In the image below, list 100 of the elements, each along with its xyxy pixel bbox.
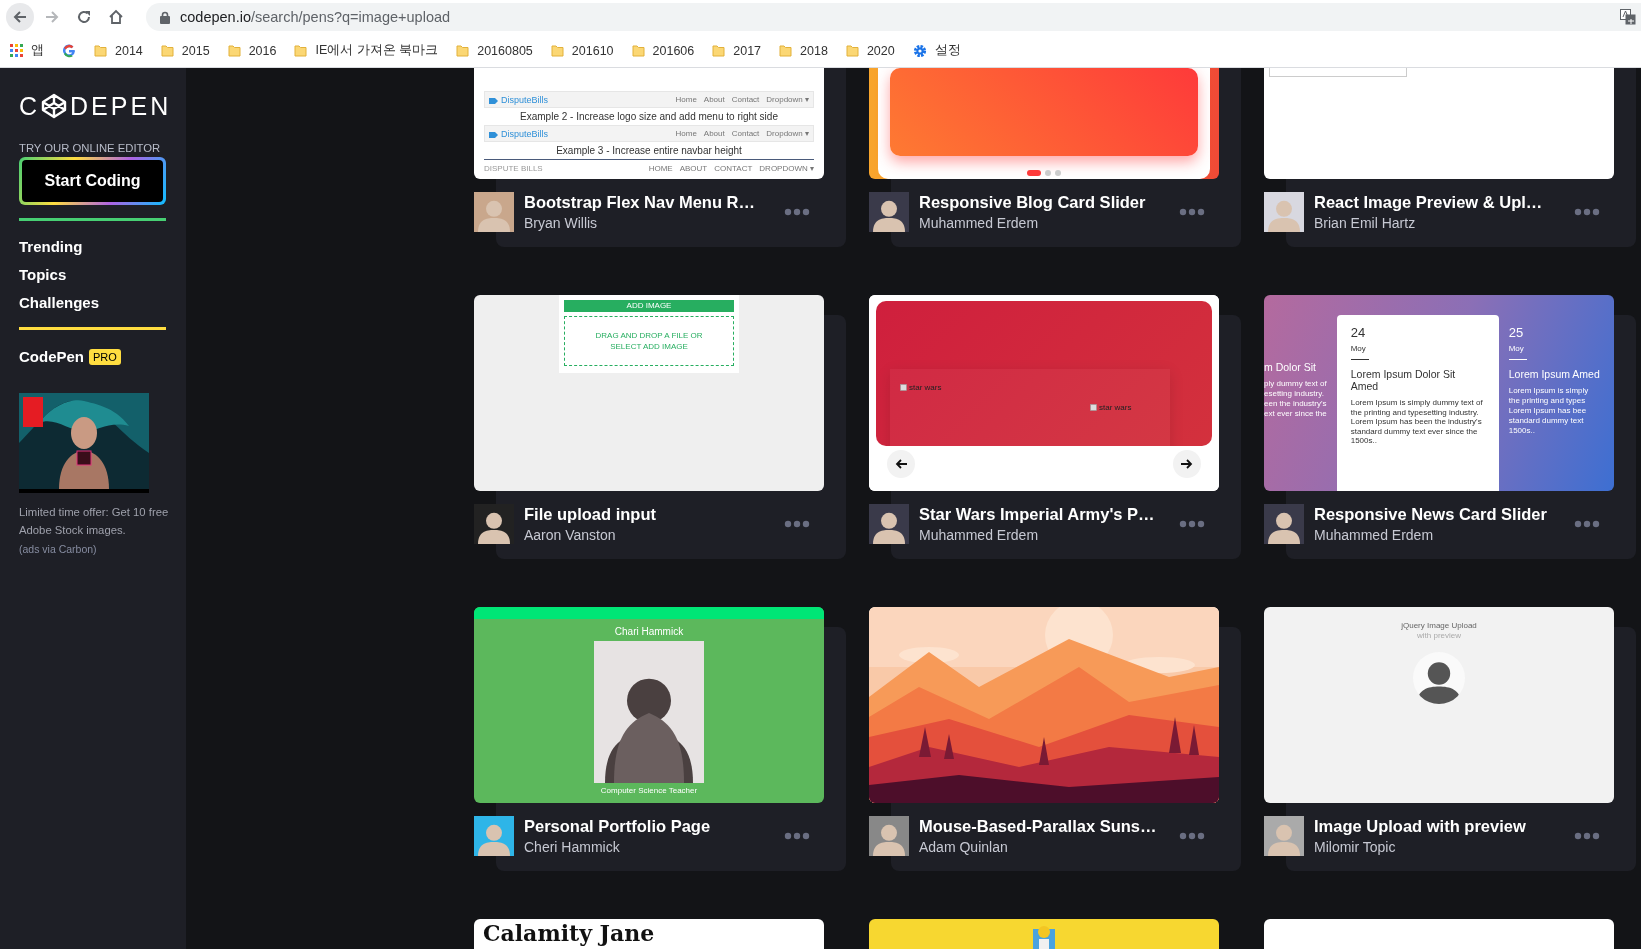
more-options-icon[interactable] xyxy=(1179,208,1205,216)
folder-icon xyxy=(94,44,107,57)
menu-link[interactable]: Home xyxy=(675,129,697,138)
menu-link[interactable]: About xyxy=(703,95,725,104)
pen-title[interactable]: Bootstrap Flex Nav Menu R… xyxy=(524,193,784,212)
logo-text[interactable]: DEPEN xyxy=(70,91,172,121)
more-options-icon[interactable] xyxy=(1574,832,1600,840)
folder-icon xyxy=(227,44,241,57)
card-text: een the industry's xyxy=(1264,399,1327,409)
folder-icon xyxy=(294,44,308,57)
pen-title[interactable]: Responsive Blog Card Slider xyxy=(919,193,1179,212)
bookmark-folder[interactable]: 20160805 xyxy=(456,43,533,58)
menu-link[interactable]: DROPDOWN ▾ xyxy=(759,164,814,173)
more-options-icon[interactable] xyxy=(1574,520,1600,528)
home-icon[interactable] xyxy=(108,9,124,25)
profile-name: Chari Hammick xyxy=(614,626,684,637)
codepen-pro-link[interactable]: CodePen xyxy=(19,348,84,365)
brand-text: DISPUTE BILLS xyxy=(484,164,543,173)
pen-title[interactable]: Personal Portfolio Page xyxy=(524,817,784,836)
bookmark-folder[interactable]: 2014 xyxy=(94,43,143,58)
back-button[interactable] xyxy=(6,3,34,31)
folder-icon xyxy=(712,44,726,57)
avatar[interactable] xyxy=(1264,504,1304,544)
menu-link[interactable]: ABOUT xyxy=(679,164,708,173)
avatar[interactable] xyxy=(869,504,909,544)
more-options-icon[interactable] xyxy=(1179,832,1205,840)
slider-dot[interactable] xyxy=(1055,170,1061,176)
folder-icon xyxy=(845,44,859,57)
bookmark-folder[interactable]: 2017 xyxy=(712,43,762,58)
bookmark-folder[interactable]: 201606 xyxy=(631,43,695,58)
bookmark-item[interactable]: 앱 xyxy=(10,42,44,59)
url-text: codepen.io/search/pens?q=image+upload xyxy=(180,9,451,25)
bookmark-folder[interactable]: 2015 xyxy=(160,43,210,58)
start-coding-button[interactable]: Start Coding xyxy=(19,157,166,205)
translate-icon[interactable] xyxy=(1620,9,1636,25)
author-name[interactable]: Brian Emil Hartz xyxy=(1314,215,1574,231)
forward-arrow-icon[interactable] xyxy=(44,9,60,25)
codepen-logo-icon[interactable] xyxy=(41,93,68,119)
author-name[interactable]: Muhammed Erdem xyxy=(919,215,1179,231)
menu-link[interactable]: Contact xyxy=(731,95,760,104)
author-name[interactable]: Aaron Vanston xyxy=(524,527,784,543)
bookmark-folder[interactable]: 2020 xyxy=(845,43,895,58)
pen-title[interactable]: Image Upload with preview xyxy=(1314,817,1574,836)
avatar[interactable] xyxy=(869,192,909,232)
nav-link[interactable]: Trending xyxy=(19,237,186,256)
menu-link[interactable]: CONTACT xyxy=(714,164,753,173)
pen-title[interactable]: Responsive News Card Slider xyxy=(1314,505,1574,524)
author-name[interactable]: Cheri Hammick xyxy=(524,839,784,855)
ads-via-link[interactable]: (ads via Carbon) xyxy=(19,543,186,555)
bookmark-folder[interactable]: 2018 xyxy=(779,43,828,58)
address-bar[interactable]: codepen.io/search/pens?q=image+upload xyxy=(146,3,1641,31)
bookmark-folder[interactable]: 201610 xyxy=(550,43,614,58)
google-icon[interactable] xyxy=(62,43,76,58)
nav-link[interactable]: Topics xyxy=(19,265,186,284)
right-arrow-icon[interactable] xyxy=(1181,459,1193,469)
author-name[interactable]: Bryan Willis xyxy=(524,215,784,231)
menu-link[interactable]: Dropdown ▾ xyxy=(766,129,809,138)
menu-link[interactable]: Contact xyxy=(731,129,760,138)
folder-icon xyxy=(456,44,470,57)
slider-dot[interactable] xyxy=(1045,170,1051,176)
pen-title[interactable]: File upload input xyxy=(524,505,784,524)
card-heading: m Dolor Sit xyxy=(1264,361,1317,373)
pen-preview[interactable]: jQuery Image Upload with preview xyxy=(1264,607,1614,803)
brand-name: DisputeBills xyxy=(501,128,549,139)
bookmark-item[interactable]: 설정 xyxy=(912,42,961,59)
next-button[interactable] xyxy=(1173,450,1201,478)
pen-title[interactable]: Star Wars Imperial Army's P… xyxy=(919,505,1179,524)
image-alt-text: star wars xyxy=(909,383,942,392)
author-name[interactable]: Muhammed Erdem xyxy=(919,527,1179,543)
menu-link[interactable]: HOME xyxy=(648,164,673,173)
more-options-icon[interactable] xyxy=(1574,208,1600,216)
previous-button[interactable] xyxy=(887,450,915,478)
example-caption: Example 3 - Increase entire navbar height xyxy=(555,145,743,156)
bookmark-folder[interactable]: 2016 xyxy=(227,43,277,58)
reload-icon[interactable] xyxy=(76,9,92,25)
card-date: 25 xyxy=(1508,325,1525,340)
back-arrow-icon[interactable] xyxy=(12,9,28,25)
menu-link[interactable]: Home xyxy=(675,95,697,104)
card-text: 1500s.. xyxy=(1508,426,1536,436)
nav-link[interactable]: Challenges xyxy=(19,293,186,312)
broken-image-icon xyxy=(900,384,907,391)
bookmark-folder[interactable]: IE에서 가져온 북마크 xyxy=(294,42,439,59)
more-options-icon[interactable] xyxy=(784,520,810,528)
pen-title[interactable]: React Image Preview & Upl… xyxy=(1314,193,1574,212)
left-arrow-icon[interactable] xyxy=(895,459,907,469)
pen-title[interactable]: Mouse-Based-Parallax Suns… xyxy=(919,817,1179,836)
gear-icon xyxy=(912,43,927,58)
image-alt-text: star wars xyxy=(1099,403,1132,412)
more-options-icon[interactable] xyxy=(784,208,810,216)
menu-link[interactable]: Dropdown ▾ xyxy=(766,95,809,104)
logo-text[interactable]: C xyxy=(19,91,41,121)
card-text: Lorem Ipsum is simply dummy text of the printing and typesetting industry. Lorem Ipsum has been the industry's standard dummy text ever since the 1500s.. xyxy=(1350,398,1484,446)
upload-subheading: with preview xyxy=(1417,631,1461,640)
more-options-icon[interactable] xyxy=(784,832,810,840)
author-name[interactable]: Muhammed Erdem xyxy=(1314,527,1574,543)
pen-preview[interactable] xyxy=(1264,295,1614,491)
author-name[interactable]: Adam Quinlan xyxy=(919,839,1179,855)
menu-link[interactable]: About xyxy=(703,129,725,138)
author-name[interactable]: Milomir Topic xyxy=(1314,839,1574,855)
more-options-icon[interactable] xyxy=(1179,520,1205,528)
